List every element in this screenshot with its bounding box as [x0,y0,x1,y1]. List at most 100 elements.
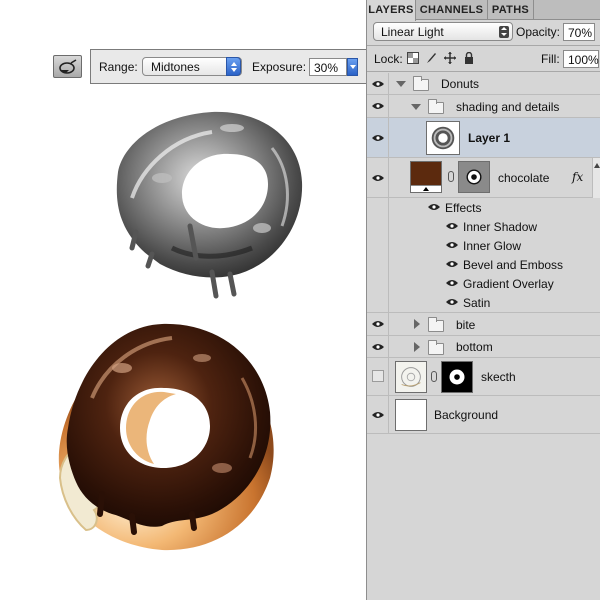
layer-name: shading and details [456,100,560,114]
expand-triangle-icon[interactable] [396,81,406,87]
effect-bevel-emboss[interactable]: Bevel and Emboss [367,255,600,274]
lock-transparent-pixels-icon[interactable] [407,52,419,64]
effect-inner-glow[interactable]: Inner Glow [367,236,600,255]
fill-input[interactable]: 100% [563,50,599,68]
eye-icon[interactable] [446,241,458,249]
eye-icon [372,135,384,141]
layer-row-skecth[interactable]: skecth [367,358,600,396]
layer-mask-thumbnail[interactable] [458,161,490,193]
visibility-cell [367,236,389,255]
burn-tool-icon[interactable] [53,55,82,78]
eye-icon[interactable] [446,298,458,306]
layer-thumbnail [426,121,460,155]
layer-name: Background [434,408,499,422]
visibility-toggle[interactable] [367,336,389,357]
chocolate-donut-image [58,323,274,551]
layer-mask-thumbnail[interactable] [441,361,473,393]
scroll-up-arrow[interactable] [592,158,600,198]
eye-icon[interactable] [446,260,458,268]
eye-icon[interactable] [428,203,440,211]
layer-group-bottom[interactable]: bottom [367,336,600,358]
range-select[interactable]: Midtones [142,57,242,76]
folder-icon [428,317,444,332]
collapse-triangle-icon[interactable] [414,342,420,352]
chevron-updown-icon [226,57,241,76]
lock-image-pixels-icon[interactable] [425,52,437,64]
lock-label: Lock: [374,52,403,66]
eye-icon [372,321,384,327]
visibility-toggle[interactable] [367,313,389,335]
panel-tabs: LAYERS CHANNELS PATHS [367,0,600,21]
layer-name: skecth [481,370,516,384]
tab-paths[interactable]: PATHS [488,0,534,20]
visibility-toggle[interactable] [367,396,389,433]
exposure-dropdown-button[interactable] [347,58,358,76]
folder-icon [428,340,444,355]
eye-icon [372,412,384,418]
exposure-label: Exposure: [252,60,307,74]
folder-icon [413,76,429,91]
layer-group-donuts[interactable]: Donuts [367,73,600,95]
effects-header[interactable]: Effects [367,198,600,217]
blend-mode-select[interactable]: Linear Light [373,22,513,41]
layer-group-shading[interactable]: shading and details [367,95,600,118]
effect-inner-shadow[interactable]: Inner Shadow [367,217,600,236]
fill-label: Fill: [541,52,560,66]
eye-icon [372,175,384,181]
exposure-input[interactable]: 30% [309,58,347,76]
effects-label: Effects [445,201,482,215]
layer-name: Layer 1 [468,131,511,145]
gray-donut-image [116,111,303,299]
visibility-cell [367,293,389,312]
visibility-toggle[interactable] [367,73,389,94]
range-value: Midtones [151,60,200,74]
chevron-updown-icon [499,26,509,38]
visibility-toggle[interactable] [367,95,389,117]
chain-link-icon[interactable] [431,371,437,382]
divider [367,45,600,46]
layer-row-background[interactable]: Background [367,396,600,434]
document-canvas[interactable]: Range: Midtones Exposure: 30% [0,0,366,600]
fx-icon[interactable]: fx [572,170,583,184]
visibility-cell [367,217,389,236]
lock-position-icon[interactable] [444,52,456,64]
eye-icon [372,81,384,87]
layer-name: bottom [456,340,493,354]
lock-all-icon[interactable] [463,52,475,64]
chain-link-icon[interactable] [448,171,454,182]
effect-name: Satin [463,296,491,310]
eye-icon[interactable] [446,222,458,230]
collapse-triangle-icon[interactable] [414,319,420,329]
tool-options-bar: Range: Midtones Exposure: 30% [90,49,366,84]
layer-row-layer-1[interactable]: Layer 1 [367,118,600,158]
layer-name: Donuts [441,77,480,91]
hidden-visibility-box [372,370,384,382]
layers-panel: LAYERS CHANNELS PATHS Linear Light Opaci… [366,0,600,600]
effect-name: Gradient Overlay [463,277,554,291]
visibility-cell [367,274,389,293]
layer-name: chocolate [498,171,550,185]
layer-name: bite [456,318,476,332]
range-label: Range: [99,60,138,74]
expand-triangle-icon[interactable] [411,104,421,110]
tab-layers[interactable]: LAYERS [367,0,416,21]
layer-group-bite[interactable]: bite [367,313,600,336]
effect-name: Bevel and Emboss [463,258,564,272]
visibility-toggle[interactable] [367,158,389,197]
visibility-cell [367,255,389,274]
opacity-label: Opacity: [516,25,561,39]
layer-thumbnail [410,161,442,193]
eye-icon[interactable] [446,279,458,287]
layer-row-chocolate[interactable]: chocolate fx [367,158,600,198]
effect-satin[interactable]: Satin [367,293,600,313]
visibility-toggle[interactable] [367,118,389,157]
tab-channels[interactable]: CHANNELS [416,0,488,20]
eye-icon [372,344,384,350]
visibility-cell [367,198,389,217]
opacity-input[interactable]: 70% [563,23,595,41]
visibility-toggle[interactable] [367,358,389,395]
effect-name: Inner Glow [463,239,522,253]
divider [367,71,600,72]
effect-gradient-overlay[interactable]: Gradient Overlay [367,274,600,293]
layer-thumbnail [395,361,427,393]
